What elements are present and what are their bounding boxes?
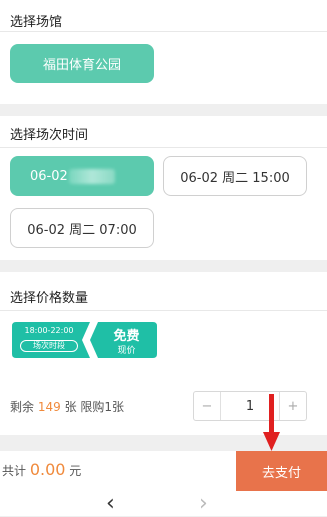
session-option-2[interactable]: 06-02 周二 15:00	[163, 156, 307, 196]
minus-button[interactable]: −	[194, 392, 221, 420]
ticket-price-caption: 现价	[117, 346, 136, 356]
back-icon[interactable]: ‹	[106, 491, 115, 517]
total-label: 共计	[2, 464, 27, 478]
session-option-1[interactable]: 06-02	[10, 156, 154, 196]
plus-button[interactable]: +	[279, 392, 306, 420]
pay-button[interactable]: 去支付	[236, 451, 327, 491]
venue-option-selected[interactable]: 福田体育公园	[10, 44, 154, 83]
venue-divider	[0, 31, 327, 32]
session-option-1-label: 06-02	[30, 168, 68, 184]
session-divider	[0, 147, 327, 148]
session-option-3[interactable]: 06-02 周二 07:00	[10, 208, 154, 248]
price-divider	[0, 310, 327, 311]
venue-card: 选择场馆 福田体育公园	[0, 0, 327, 104]
session-section-title: 选择场次时间	[10, 128, 89, 143]
price-section-title: 选择价格数量	[10, 291, 89, 306]
ticket-option[interactable]: 18:00-22:00 场次时段 免费 现价	[12, 322, 157, 358]
purchase-limit: 限购1张	[80, 400, 125, 414]
venue-section-title: 选择场馆	[10, 15, 63, 30]
ticket-time: 18:00-22:00	[24, 326, 74, 335]
total-info: 共计 0.00 元	[2, 460, 81, 479]
quantity-stepper[interactable]: − 1 +	[193, 391, 307, 421]
ticket-price: 免费	[113, 329, 140, 344]
session-time-card: 选择场次时间 06-02 06-02 周二 15:00 06-02 周二 07:…	[0, 116, 327, 260]
browser-nav-bar: ‹ ›	[0, 491, 327, 516]
forward-icon[interactable]: ›	[199, 491, 208, 517]
total-currency: 元	[69, 464, 82, 478]
red-arrow-icon	[263, 394, 280, 451]
remaining-suffix: 张	[64, 400, 77, 414]
total-amount: 0.00	[29, 460, 66, 479]
remaining-count: 149	[37, 400, 61, 414]
redacted-time	[68, 168, 115, 184]
ticket-time-caption: 场次时段	[20, 340, 78, 352]
remaining-info: 剩余 149 张 限购1张	[10, 398, 124, 415]
remaining-prefix: 剩余	[10, 400, 35, 414]
